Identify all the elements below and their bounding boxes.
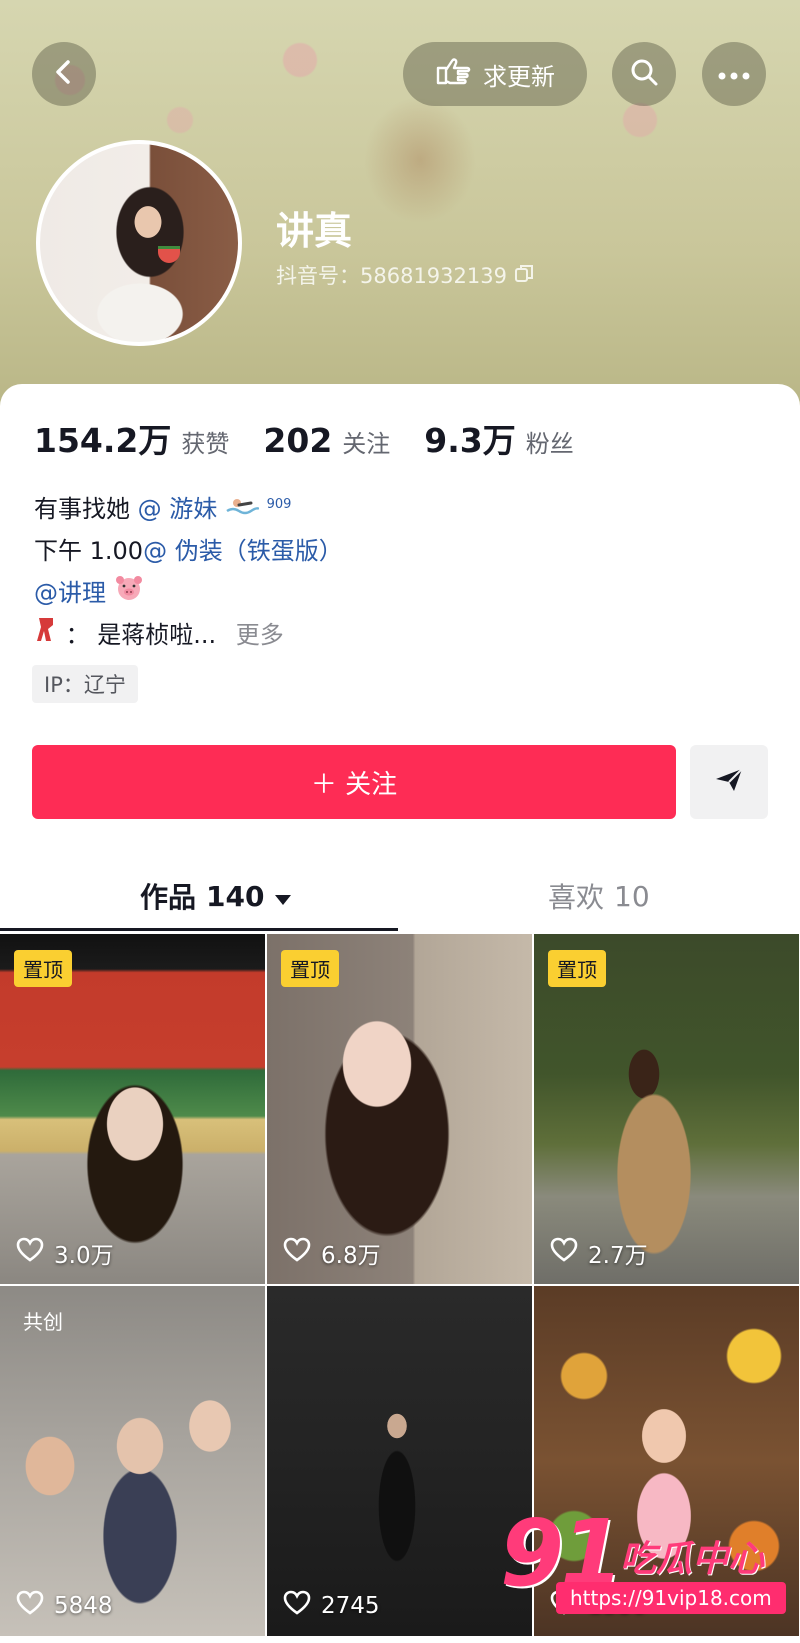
like-count-text: 3.0万 — [54, 1243, 114, 1269]
bio: 有事找她 @ 游妹 909 下午 1.00@ 伪装（铁蛋版） @讲理 ： 是蒋桢… — [34, 484, 343, 656]
like-count: 2.7万 — [550, 1236, 648, 1270]
bio-line: 有事找她 @ 游妹 909 — [34, 484, 343, 530]
watermark-url: https://91vip18.com — [556, 1582, 786, 1614]
stat-following[interactable]: 202 关注 — [263, 421, 390, 460]
stats-row: 154.2万 获赞 202 关注 9.3万 粉丝 — [34, 414, 608, 462]
stat-likes[interactable]: 154.2万 获赞 — [34, 414, 229, 462]
video-thumbnail[interactable]: 置顶 6.8万 — [267, 934, 532, 1284]
follow-label: ＋ 关注 — [310, 769, 398, 800]
request-update-button[interactable]: 求更新 — [403, 42, 587, 106]
watermark-text: 吃瓜中心 — [620, 1539, 765, 1580]
avatar-photo-detail — [158, 246, 180, 263]
username: 讲真 — [276, 209, 353, 253]
watermark-logo: 91 吃瓜中心 https://91vip18.com — [500, 1500, 800, 1643]
more-dots-icon — [718, 65, 750, 84]
tab-likes-count: 10 — [614, 879, 650, 913]
video-thumbnail[interactable]: 2745 — [267, 1286, 532, 1636]
bio-text: ： 是蒋桢啦... — [65, 621, 217, 649]
tab-works-label: 作品 — [140, 881, 197, 914]
stat-label: 关注 — [342, 430, 391, 458]
douyin-id[interactable]: 抖音号：58681932139 — [276, 260, 535, 290]
mention-link[interactable]: @讲理 — [34, 579, 106, 607]
tab-works[interactable]: 作品 140 — [140, 876, 292, 916]
bio-text: 有事找她 — [34, 495, 130, 523]
back-button[interactable] — [32, 42, 96, 106]
active-tab-indicator — [0, 928, 398, 931]
ip-location-tag: IP：辽宁 — [32, 665, 138, 703]
heart-icon — [283, 1237, 311, 1269]
douyin-id-text: 抖音号：58681932139 — [276, 264, 507, 288]
caret-down-icon — [274, 880, 292, 913]
pinned-tag: 置顶 — [548, 950, 606, 987]
video-thumbnail[interactable]: 共创 5848 — [0, 1286, 265, 1636]
pinned-tag: 置顶 — [281, 950, 339, 987]
tab-likes-label: 喜欢 — [548, 881, 605, 914]
copy-icon[interactable] — [513, 262, 535, 289]
stat-number: 154.2万 — [34, 421, 172, 460]
like-count: 3.0万 — [16, 1236, 114, 1270]
like-count: 5848 — [16, 1590, 113, 1622]
bio-line: @讲理 — [34, 572, 343, 614]
bio-line: ： 是蒋桢啦... 更多 — [34, 614, 343, 656]
search-button[interactable] — [612, 42, 676, 106]
co-create-tag: 共创 — [23, 1310, 63, 1334]
heart-icon — [16, 1237, 44, 1269]
stat-label: 粉丝 — [525, 430, 574, 458]
like-count: 6.8万 — [283, 1236, 381, 1270]
like-count-text: 2.7万 — [588, 1243, 648, 1269]
like-count: 2745 — [283, 1590, 380, 1622]
tab-works-count: 140 — [206, 879, 265, 913]
scarf-icon — [34, 618, 66, 649]
search-icon — [629, 57, 659, 91]
pointing-hand-icon — [435, 56, 471, 92]
message-button[interactable] — [690, 745, 768, 819]
send-arrow-icon — [714, 767, 744, 797]
heart-icon — [16, 1590, 44, 1622]
like-count-text: 5848 — [54, 1593, 113, 1619]
emoji-badge-number: 909 — [266, 497, 292, 512]
stat-number: 202 — [263, 421, 333, 460]
video-thumbnail[interactable]: 置顶 2.7万 — [534, 934, 799, 1284]
request-update-label: 求更新 — [483, 62, 555, 91]
video-thumbnail[interactable]: 置顶 3.0万 — [0, 934, 265, 1284]
stat-number: 9.3万 — [424, 421, 516, 460]
mention-link[interactable]: @ 伪装（铁蛋版） — [143, 537, 343, 565]
pinned-tag: 置顶 — [14, 950, 72, 987]
avatar[interactable] — [36, 140, 242, 346]
heart-icon — [283, 1590, 311, 1622]
like-count-text: 2745 — [321, 1593, 380, 1619]
bio-more-link[interactable]: 更多 — [236, 621, 284, 649]
mention-link[interactable]: @ 游妹 — [138, 495, 218, 523]
stat-label: 获赞 — [181, 430, 230, 458]
bio-line: 下午 1.00@ 伪装（铁蛋版） — [34, 530, 343, 572]
pig-face-icon — [114, 576, 144, 607]
chevron-left-icon — [50, 58, 78, 90]
tab-likes[interactable]: 喜欢 10 — [548, 876, 650, 916]
bio-text: 下午 1.00 — [34, 537, 144, 565]
like-count-text: 6.8万 — [321, 1243, 381, 1269]
heart-icon — [550, 1237, 578, 1269]
follow-button[interactable]: ＋ 关注 — [32, 745, 676, 819]
stat-followers[interactable]: 9.3万 粉丝 — [424, 414, 573, 462]
swimmer-emoji-icon — [225, 495, 267, 523]
more-button[interactable] — [702, 42, 766, 106]
